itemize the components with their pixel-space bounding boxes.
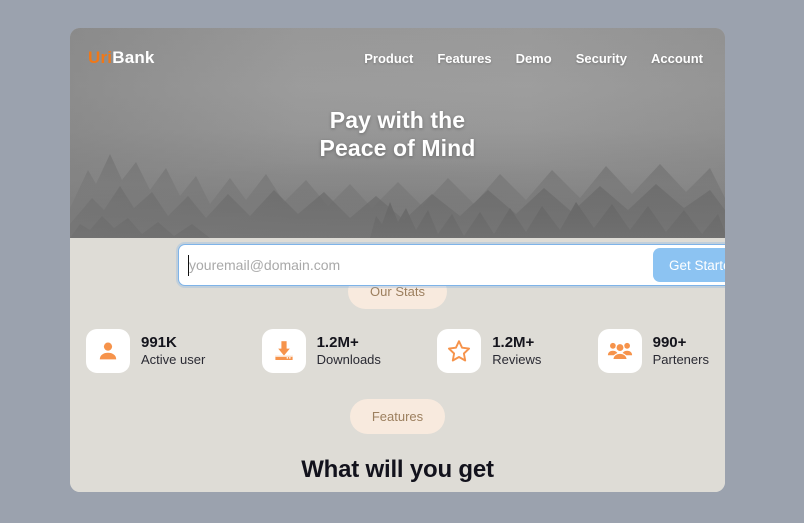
star-icon — [437, 329, 482, 373]
stat-value: 990+ — [652, 333, 687, 351]
nav-item-account[interactable]: Account — [651, 51, 703, 66]
stats-row: 991K Active user 1.2M+ Downloads 1.2M+ R… — [70, 309, 725, 373]
hero-headline-line-2: Peace of Mind — [319, 135, 476, 161]
brand-logo[interactable]: UriBank — [88, 48, 155, 68]
nav-links: Product Features Demo Security Account — [364, 51, 703, 66]
stat-label: Active user — [141, 352, 206, 368]
nav-item-demo[interactable]: Demo — [516, 51, 552, 66]
stat-label: Parteners — [652, 352, 709, 368]
nav-item-product[interactable]: Product — [364, 51, 413, 66]
group-icon — [597, 329, 642, 373]
features-pill[interactable]: Features — [349, 399, 446, 434]
stat-text: 991K Active user — [141, 334, 205, 369]
stat-value: 991K — [141, 333, 177, 351]
stat-text: 1.2M+ Downloads — [317, 334, 381, 369]
stat-label: Reviews — [492, 352, 542, 368]
features-pill-row: Features — [70, 399, 725, 434]
stat-value: 1.2M+ — [492, 333, 535, 351]
stat-text: 990+ Parteners — [653, 334, 709, 369]
hero-section: UriBank Product Features Demo Security A… — [70, 28, 725, 238]
stat-downloads: 1.2M+ Downloads — [261, 329, 381, 373]
text-cursor — [188, 255, 189, 276]
stat-reviews: 1.2M+ Reviews — [437, 329, 541, 373]
stat-partners: 990+ Parteners — [597, 329, 709, 373]
hero-headline-line-1: Pay with the — [329, 107, 466, 133]
download-icon — [261, 329, 306, 373]
top-navigation-bar: UriBank Product Features Demo Security A… — [70, 28, 725, 88]
landing-page-card: UriBank Product Features Demo Security A… — [70, 28, 725, 492]
get-started-button[interactable]: Get Started — [652, 248, 725, 282]
brand-logo-suffix: Bank — [112, 48, 155, 67]
email-input[interactable] — [179, 245, 653, 285]
stat-value: 1.2M+ — [316, 333, 359, 351]
hero-headline: Pay with the Peace of Mind — [70, 106, 725, 162]
brand-logo-prefix: Uri — [88, 48, 113, 67]
stat-active-user: 991K Active user — [86, 329, 205, 373]
email-signup-bar: Get Started — [178, 244, 725, 286]
nav-item-features[interactable]: Features — [437, 51, 491, 66]
user-icon — [86, 329, 130, 373]
nav-item-security[interactable]: Security — [576, 51, 627, 66]
stat-text: 1.2M+ Reviews — [492, 334, 541, 369]
features-section-title: What will you get — [301, 456, 494, 483]
stat-label: Downloads — [316, 352, 381, 368]
